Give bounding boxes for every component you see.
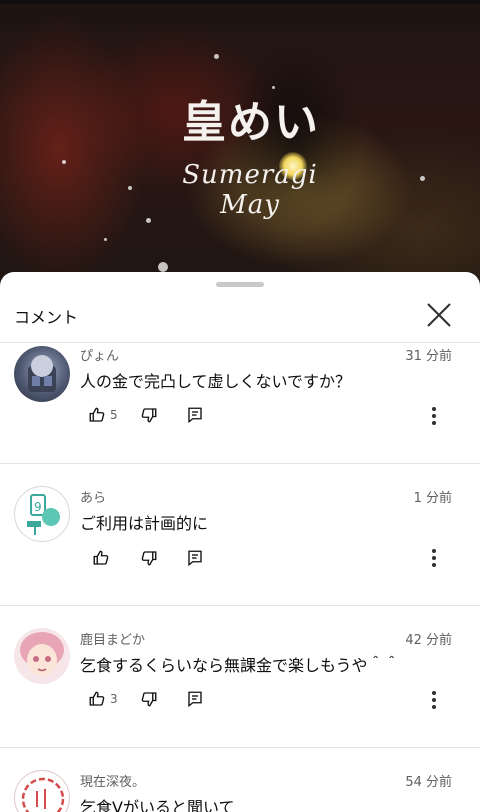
like-button[interactable] bbox=[92, 549, 114, 567]
drag-handle[interactable] bbox=[216, 282, 264, 287]
comment-time: 31 分前 bbox=[405, 349, 452, 364]
like-icon bbox=[89, 407, 105, 422]
comment-divider bbox=[0, 463, 480, 464]
reply-button[interactable] bbox=[186, 549, 204, 567]
dislike-button[interactable] bbox=[140, 549, 158, 567]
sparkle bbox=[104, 238, 107, 241]
like-button[interactable]: 5 bbox=[88, 406, 118, 424]
comment-text: 人の金で完凸して虚しくないですか？ bbox=[80, 372, 352, 391]
video-player[interactable]: 皇めい Sumeragi May bbox=[0, 0, 480, 292]
comment-author[interactable]: 鹿目まどか bbox=[80, 629, 145, 648]
like-icon bbox=[93, 550, 109, 565]
dislike-button[interactable] bbox=[140, 406, 158, 424]
dislike-icon bbox=[141, 551, 157, 566]
comment-time: 1 分前 bbox=[413, 491, 452, 506]
more-vert-icon bbox=[432, 549, 436, 567]
avatar[interactable] bbox=[14, 346, 70, 402]
reply-icon bbox=[188, 407, 202, 424]
dislike-button[interactable] bbox=[140, 690, 158, 708]
comments-sheet: コメント ぴょん 31 分前 人の金で完凸して虚しくないですか？ 5 9 あら … bbox=[0, 272, 480, 812]
close-icon bbox=[427, 303, 451, 327]
comment-menu-button[interactable] bbox=[424, 688, 444, 712]
comment-menu-button[interactable] bbox=[424, 546, 444, 570]
sparkle bbox=[128, 186, 132, 190]
like-button[interactable]: 3 bbox=[88, 690, 118, 708]
comment-text: ご利用は計画的に bbox=[80, 514, 209, 533]
svg-text:9: 9 bbox=[34, 500, 42, 514]
sparkle bbox=[158, 262, 168, 272]
comment-author[interactable]: ぴょん bbox=[80, 345, 119, 364]
comment-author[interactable]: あら bbox=[80, 487, 106, 506]
like-count: 5 bbox=[110, 408, 118, 422]
avatar[interactable] bbox=[14, 770, 70, 812]
header-divider bbox=[0, 342, 480, 343]
comment-time: 54 分前 bbox=[405, 775, 452, 790]
sheet-title: コメント bbox=[14, 308, 79, 327]
avatar-image: 9 bbox=[27, 494, 60, 535]
like-icon bbox=[89, 691, 105, 706]
video-logo-english: Sumeragi May bbox=[182, 160, 318, 220]
comment-divider bbox=[0, 747, 480, 748]
comment-menu-button[interactable] bbox=[424, 404, 444, 428]
sparkle bbox=[214, 54, 219, 59]
avatar[interactable]: 9 bbox=[14, 486, 70, 542]
close-button[interactable] bbox=[420, 296, 458, 334]
avatar[interactable] bbox=[14, 628, 70, 684]
avatar-image bbox=[28, 355, 56, 392]
comment-text: 乞食Vがいると聞いて bbox=[80, 798, 235, 812]
reply-icon bbox=[188, 691, 202, 708]
comment-divider bbox=[0, 605, 480, 606]
avatar-image bbox=[21, 777, 65, 812]
more-vert-icon bbox=[432, 691, 436, 709]
video-logo-japanese: 皇めい bbox=[182, 97, 320, 148]
dislike-icon bbox=[141, 408, 157, 423]
sparkle bbox=[420, 176, 425, 181]
more-vert-icon bbox=[432, 407, 436, 425]
reply-button[interactable] bbox=[186, 406, 204, 424]
status-bar-strip bbox=[0, 0, 480, 4]
avatar-image bbox=[20, 632, 64, 676]
comment-text: 乞食するくらいなら無課金で楽しもうや＾＾ bbox=[80, 656, 400, 675]
reply-icon bbox=[188, 550, 202, 567]
sparkle bbox=[62, 160, 66, 164]
comment-author[interactable]: 現在深夜。 bbox=[80, 771, 145, 790]
dislike-icon bbox=[141, 692, 157, 707]
reply-button[interactable] bbox=[186, 690, 204, 708]
comment-time: 42 分前 bbox=[405, 633, 452, 648]
like-count: 3 bbox=[110, 692, 118, 706]
